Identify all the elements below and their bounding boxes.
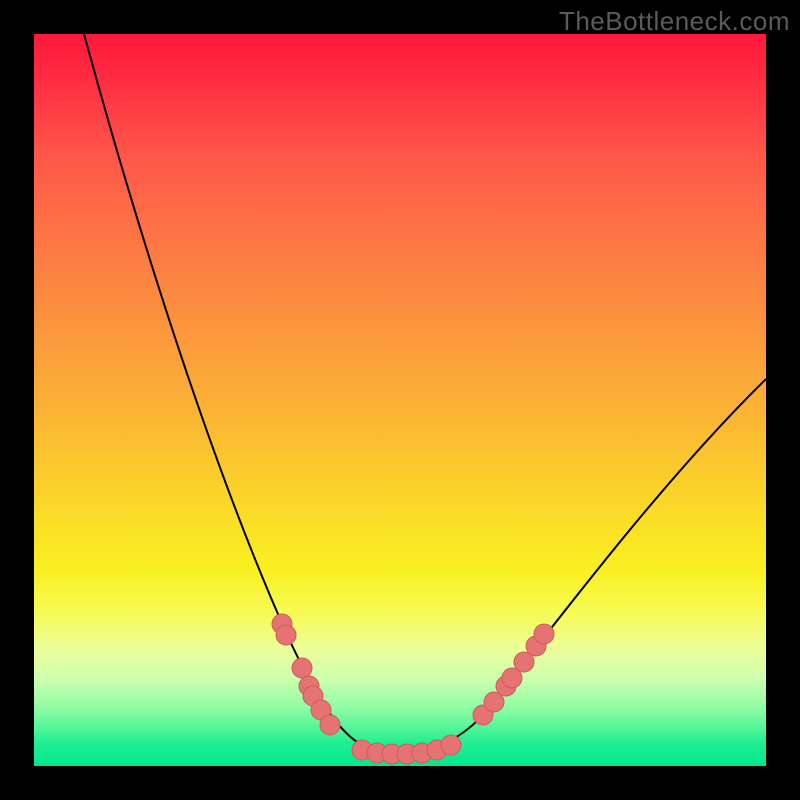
data-marker [441,735,461,755]
chart-svg [34,34,766,766]
data-marker [292,658,312,678]
data-marker [320,715,340,735]
bottleneck-curve [84,34,766,753]
curve-group [84,34,766,753]
data-marker [276,625,296,645]
watermark-text: TheBottleneck.com [559,6,790,37]
markers-group [272,614,554,764]
plot-area [34,34,766,766]
data-marker [534,624,554,644]
chart-frame: TheBottleneck.com [0,0,800,800]
